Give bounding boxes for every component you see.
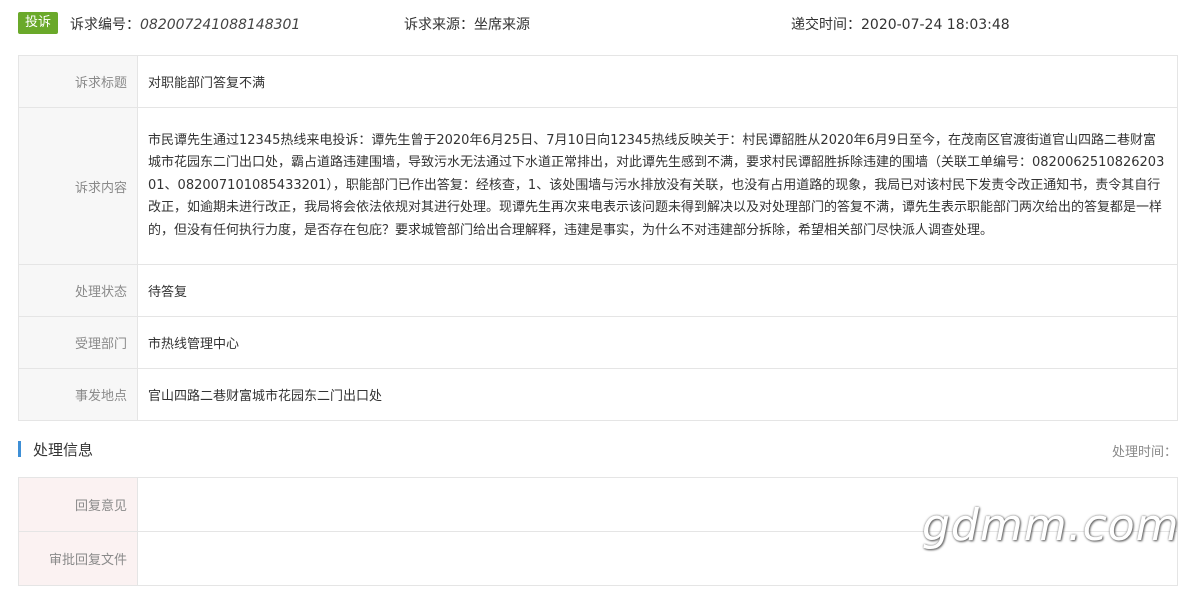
department-value: 市热线管理中心 (137, 316, 1178, 369)
department-label: 受理部门 (18, 316, 138, 369)
watermark-logo: gdmm.com (922, 500, 1180, 551)
title-value: 对职能部门答复不满 (137, 55, 1178, 108)
content-label: 诉求内容 (18, 107, 138, 265)
status-label: 处理状态 (18, 264, 138, 317)
submit-time: 递交时间：2020-07-24 18:03:48 (791, 17, 1010, 33)
content-value: 市民谭先生通过12345热线来电投诉：谭先生曾于2020年6月25日、7月10日… (137, 107, 1178, 265)
reply-opinion-label: 回复意见 (18, 477, 138, 532)
processing-time: 处理时间： (1111, 445, 1177, 460)
appeal-details-table: 诉求标题 对职能部门答复不满 诉求内容 市民谭先生通过12345热线来电投诉：谭… (18, 55, 1178, 421)
section-accent-bar (18, 441, 21, 457)
appeal-source: 诉求来源：坐席来源 (404, 17, 530, 33)
complaint-tag: 投诉 (18, 12, 59, 34)
table-row: 事发地点 官山四路二巷财富城市花园东二门出口处 (18, 368, 1178, 421)
status-value: 待答复 (137, 264, 1178, 317)
location-label: 事发地点 (18, 368, 138, 421)
table-row: 诉求内容 市民谭先生通过12345热线来电投诉：谭先生曾于2020年6月25日、… (18, 107, 1178, 265)
table-row: 处理状态 待答复 (18, 264, 1178, 317)
table-row: 诉求标题 对职能部门答复不满 (18, 55, 1178, 108)
location-value: 官山四路二巷财富城市花园东二门出口处 (137, 368, 1178, 421)
case-number-value: 082007241088148301 (140, 17, 301, 33)
case-number-label: 诉求编号： (70, 17, 140, 33)
header-bar: 投诉 诉求编号：082007241088148301 诉求来源：坐席来源 递交时… (18, 12, 1178, 36)
section-title: 处理信息 (33, 441, 94, 459)
approval-file-label: 审批回复文件 (18, 531, 138, 586)
title-label: 诉求标题 (18, 55, 138, 108)
table-row: 受理部门 市热线管理中心 (18, 316, 1178, 369)
case-number: 诉求编号：082007241088148301 (70, 14, 300, 34)
